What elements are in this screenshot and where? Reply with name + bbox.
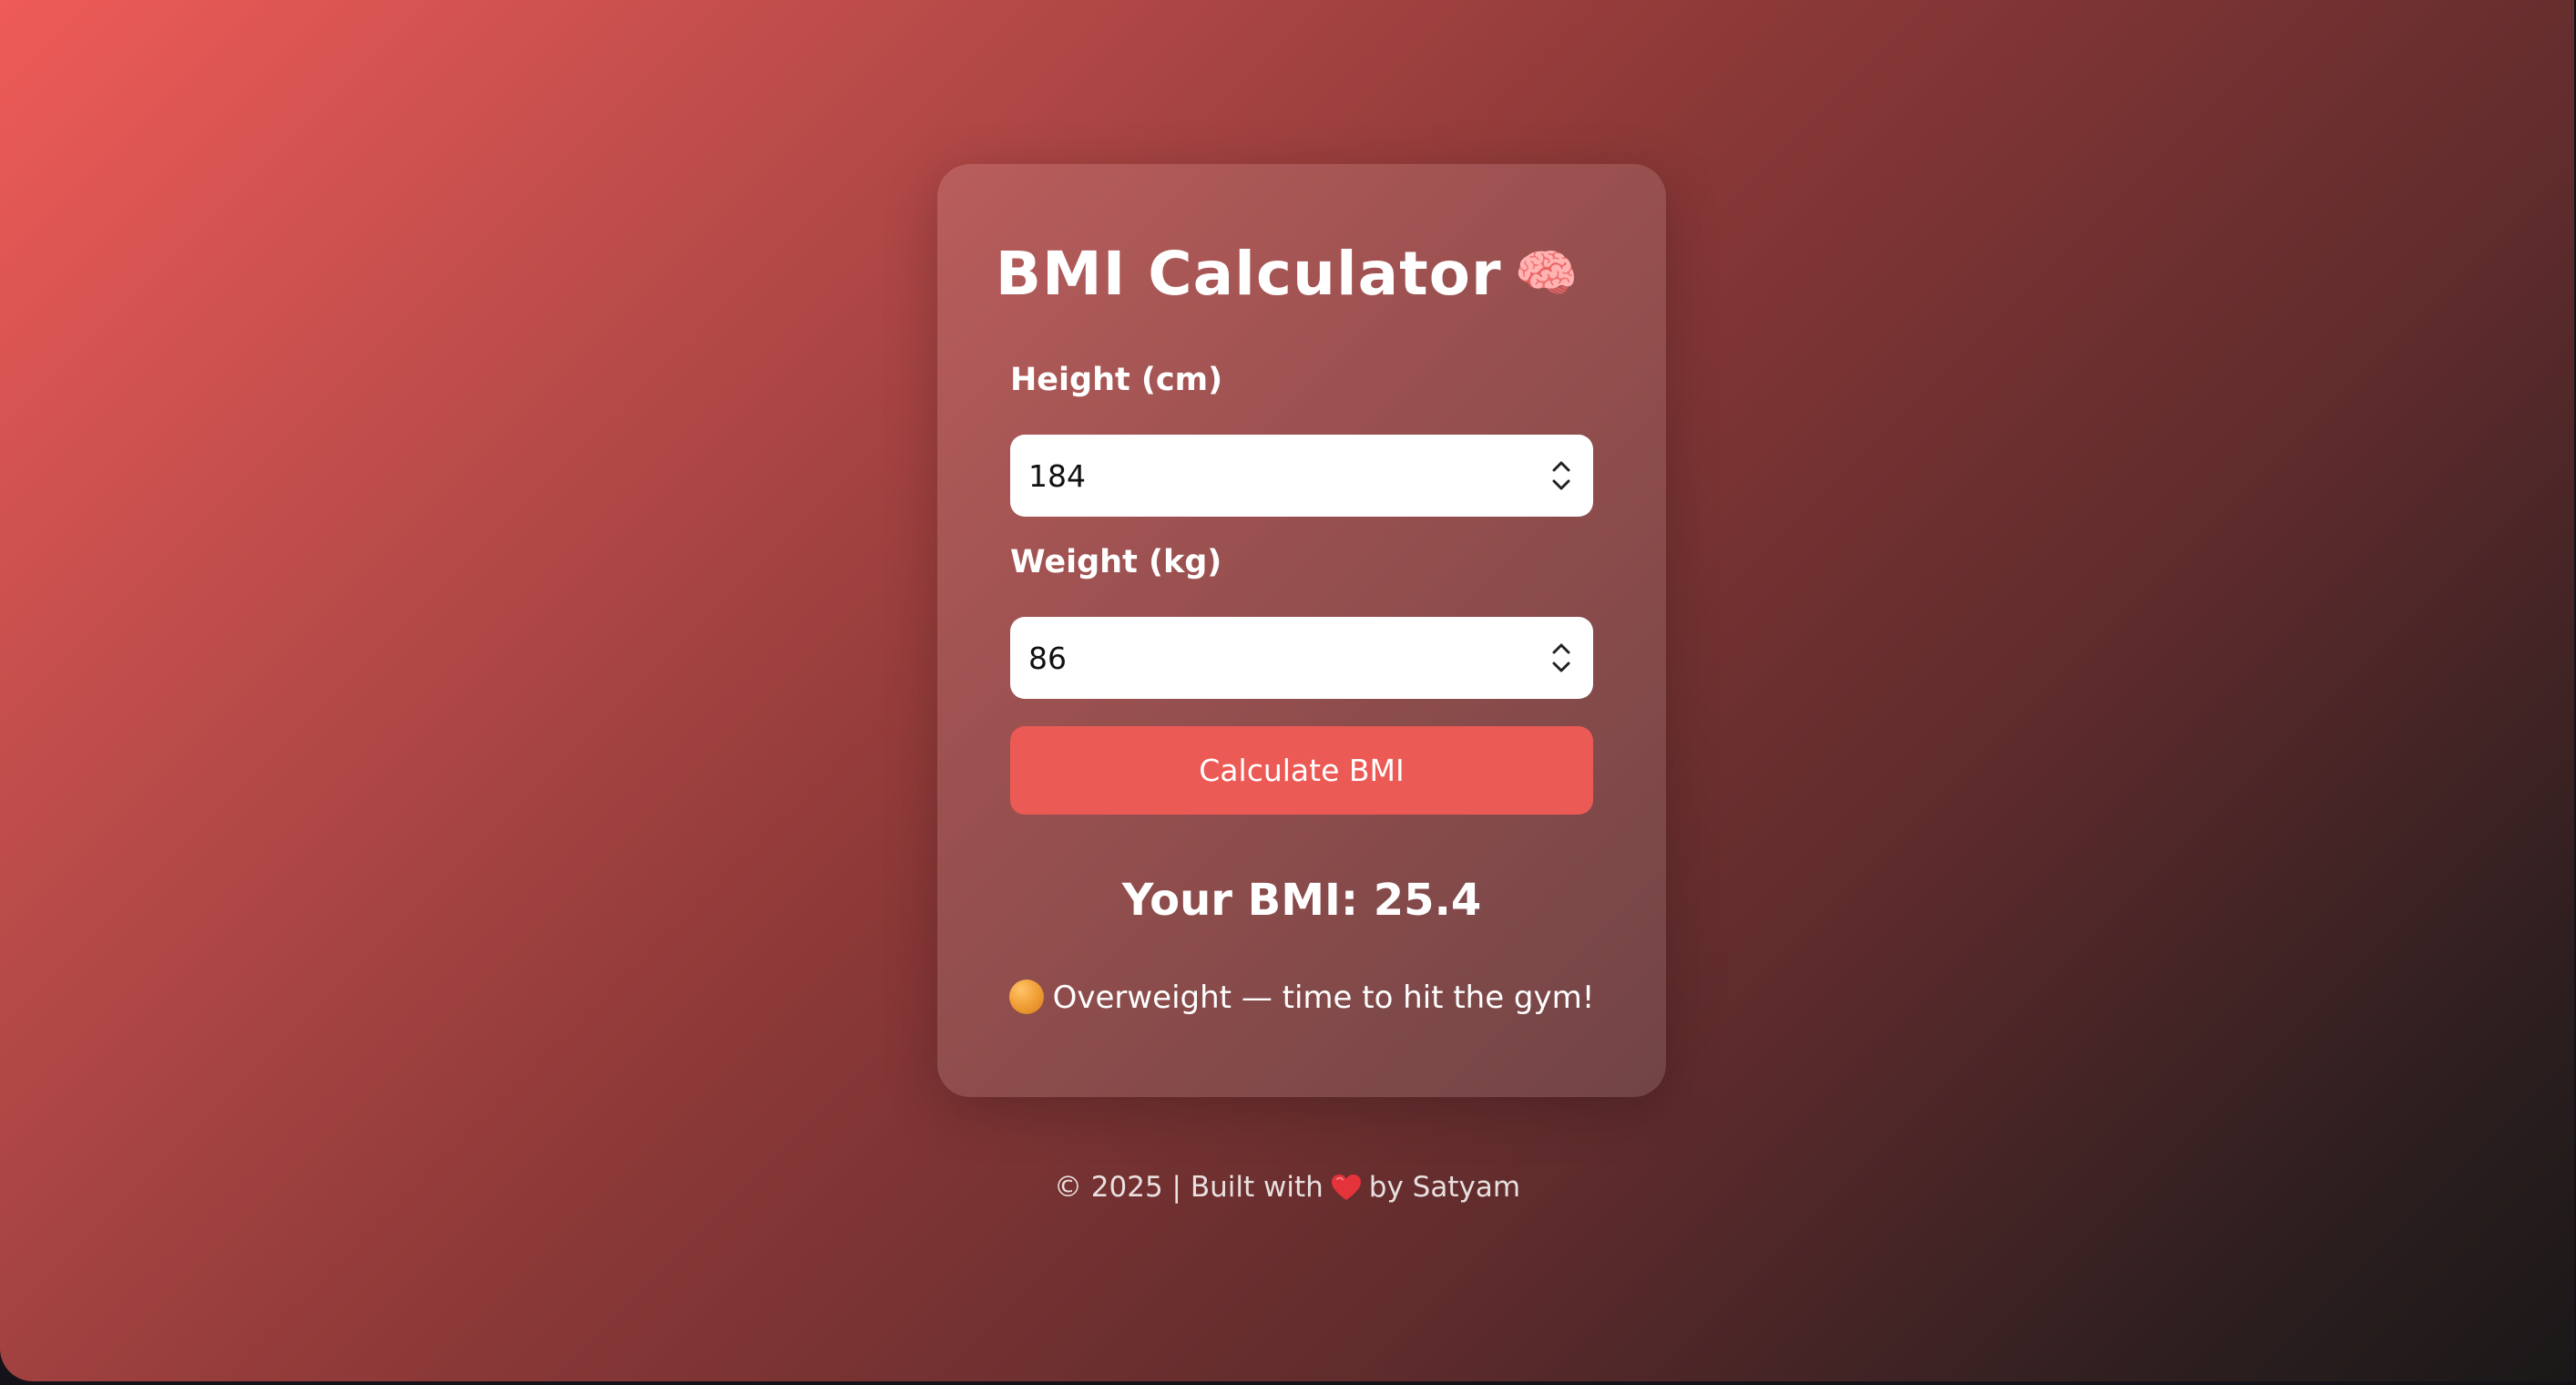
page-title-text: BMI Calculator <box>995 239 1502 309</box>
bmi-status: Overweight — time to hit the gym! <box>937 980 1666 1016</box>
app-background: BMI Calculator🧠 Height (cm) Weight (kg) … <box>0 0 2574 1381</box>
height-input-box[interactable] <box>1010 435 1593 517</box>
footer: © 2025 | Built with by Satyam <box>0 1171 2574 1204</box>
weight-input-box[interactable] <box>1010 617 1593 699</box>
height-input[interactable] <box>1028 435 1520 517</box>
footer-suffix: by Satyam <box>1368 1171 1521 1204</box>
orange-circle-icon <box>1008 980 1044 1014</box>
weight-label: Weight (kg) <box>1010 544 1222 580</box>
calculate-bmi-button[interactable]: Calculate BMI <box>1010 726 1593 815</box>
footer-prefix: © 2025 | Built with <box>1053 1171 1324 1204</box>
heart-icon <box>1331 1175 1361 1200</box>
weight-input[interactable] <box>1028 617 1520 699</box>
brain-icon: 🧠 <box>1514 244 1579 303</box>
height-label: Height (cm) <box>1010 362 1223 398</box>
page-title: BMI Calculator 🧠 <box>0 239 2574 309</box>
bmi-result: Your BMI: 25.4 <box>1121 875 1482 926</box>
bmi-status-text: Overweight — time to hit the gym! <box>1052 980 1595 1016</box>
height-spinner-icon[interactable] <box>1549 457 1573 495</box>
weight-spinner-icon[interactable] <box>1549 639 1573 677</box>
